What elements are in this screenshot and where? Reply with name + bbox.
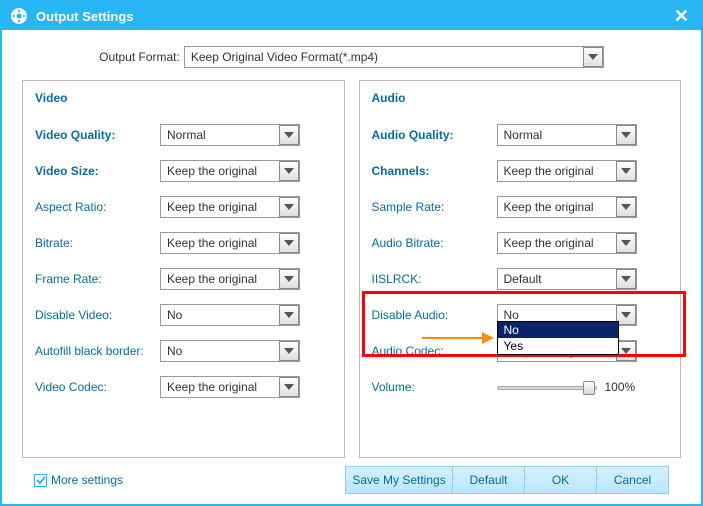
chevron-down-icon[interactable]: [279, 269, 299, 289]
default-button[interactable]: Default: [453, 466, 525, 494]
chevron-down-icon[interactable]: [279, 125, 299, 145]
autofill-border-combo[interactable]: No: [160, 340, 300, 362]
chevron-down-icon[interactable]: [616, 197, 636, 217]
audio-quality-label: Audio Quality:: [372, 128, 497, 142]
ok-button[interactable]: OK: [525, 466, 597, 494]
chevron-down-icon[interactable]: [279, 197, 299, 217]
output-format-combo[interactable]: Keep Original Video Format(*.mp4): [184, 46, 604, 68]
chevron-down-icon[interactable]: [616, 305, 636, 325]
close-button[interactable]: ✕: [670, 6, 693, 27]
dropdown-option-yes[interactable]: Yes: [498, 338, 618, 354]
frame-rate-label: Frame Rate:: [35, 272, 160, 286]
window-title: Output Settings: [36, 9, 134, 24]
audio-bitrate-label: Audio Bitrate:: [372, 236, 497, 250]
more-settings-label: More settings: [51, 473, 123, 487]
output-settings-window: Output Settings ✕ Output Format: Keep Or…: [0, 0, 703, 506]
disable-video-label: Disable Video:: [35, 308, 160, 322]
sample-rate-combo[interactable]: Keep the original: [497, 196, 637, 218]
chevron-down-icon[interactable]: [616, 161, 636, 181]
disable-audio-dropdown[interactable]: No Yes: [497, 321, 619, 355]
volume-slider[interactable]: [497, 379, 597, 395]
video-quality-label: Video Quality:: [35, 128, 160, 142]
content-area: Output Format: Keep Original Video Forma…: [2, 30, 701, 504]
volume-value: 100%: [605, 380, 636, 394]
footer: More settings Save My Settings Default O…: [22, 458, 681, 504]
chevron-down-icon[interactable]: [279, 377, 299, 397]
video-bitrate-combo[interactable]: Keep the original: [160, 232, 300, 254]
cancel-button[interactable]: Cancel: [597, 466, 669, 494]
video-codec-combo[interactable]: Keep the original: [160, 376, 300, 398]
audio-panel-title: Audio: [372, 91, 669, 105]
audio-bitrate-combo[interactable]: Keep the original: [497, 232, 637, 254]
checkbox-icon: [34, 474, 47, 487]
disable-video-combo[interactable]: No: [160, 304, 300, 326]
output-format-label: Output Format:: [99, 50, 180, 64]
chevron-down-icon[interactable]: [616, 341, 636, 361]
titlebar: Output Settings ✕: [2, 2, 701, 30]
volume-label: Volume:: [372, 380, 497, 394]
video-bitrate-label: Bitrate:: [35, 236, 160, 250]
iislrck-combo[interactable]: Default: [497, 268, 637, 290]
chevron-down-icon[interactable]: [279, 305, 299, 325]
video-size-combo[interactable]: Keep the original: [160, 160, 300, 182]
video-codec-label: Video Codec:: [35, 380, 160, 394]
slider-thumb[interactable]: [583, 381, 595, 395]
chevron-down-icon[interactable]: [616, 269, 636, 289]
disable-audio-label: Disable Audio:: [372, 308, 497, 322]
chevron-down-icon[interactable]: [616, 233, 636, 253]
video-size-label: Video Size:: [35, 164, 160, 178]
video-panel: Video Video Quality:Normal Video Size:Ke…: [22, 80, 345, 458]
channels-combo[interactable]: Keep the original: [497, 160, 637, 182]
chevron-down-icon[interactable]: [279, 233, 299, 253]
aspect-ratio-label: Aspect Ratio:: [35, 200, 160, 214]
video-panel-title: Video: [35, 91, 332, 105]
app-icon: [10, 7, 28, 25]
frame-rate-combo[interactable]: Keep the original: [160, 268, 300, 290]
audio-codec-label: Audio Codec:: [372, 344, 497, 358]
chevron-down-icon[interactable]: [616, 125, 636, 145]
button-bar: Save My Settings Default OK Cancel: [345, 466, 669, 494]
aspect-ratio-combo[interactable]: Keep the original: [160, 196, 300, 218]
panels: Video Video Quality:Normal Video Size:Ke…: [22, 80, 681, 458]
more-settings-toggle[interactable]: More settings: [34, 473, 123, 487]
save-my-settings-button[interactable]: Save My Settings: [345, 466, 453, 494]
autofill-border-label: Autofill black border:: [35, 344, 160, 358]
audio-quality-combo[interactable]: Normal: [497, 124, 637, 146]
chevron-down-icon[interactable]: [279, 161, 299, 181]
output-format-row: Output Format: Keep Original Video Forma…: [22, 46, 681, 68]
iislrck-label: IISLRCK:: [372, 272, 497, 286]
video-quality-combo[interactable]: Normal: [160, 124, 300, 146]
channels-label: Channels:: [372, 164, 497, 178]
dropdown-option-no[interactable]: No: [498, 322, 618, 338]
sample-rate-label: Sample Rate:: [372, 200, 497, 214]
chevron-down-icon[interactable]: [583, 47, 603, 67]
output-format-value: Keep Original Video Format(*.mp4): [185, 50, 583, 64]
audio-panel: Audio Audio Quality:Normal Channels:Keep…: [359, 80, 682, 458]
chevron-down-icon[interactable]: [279, 341, 299, 361]
